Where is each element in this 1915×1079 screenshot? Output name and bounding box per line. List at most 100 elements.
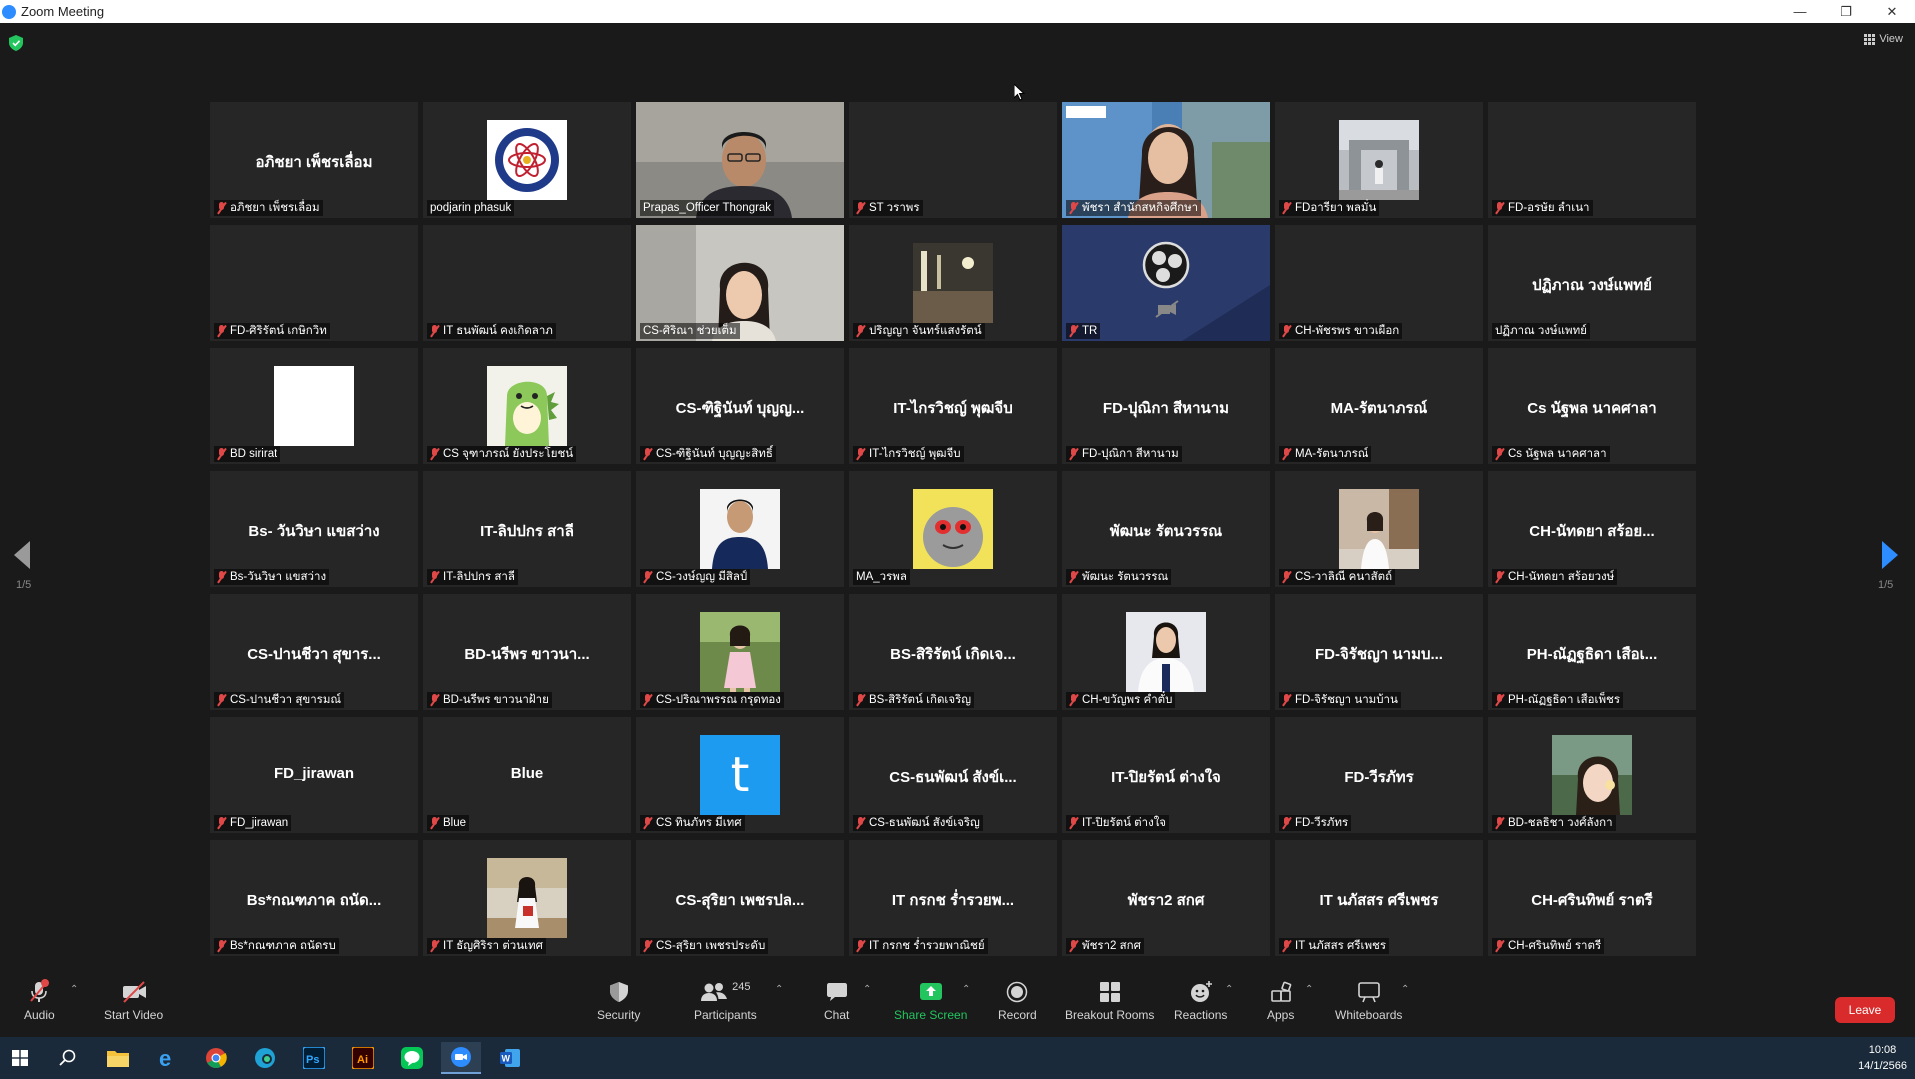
- participant-tile[interactable]: IT นภัสสร ศรีเพชร IT นภัสสร ศรีเพชร: [1275, 840, 1483, 956]
- internet-explorer-taskbar-button[interactable]: e: [147, 1042, 187, 1074]
- view-button[interactable]: View: [1864, 33, 1903, 45]
- leave-button[interactable]: Leave: [1835, 997, 1895, 1023]
- participant-tile[interactable]: ST วราพร: [849, 102, 1057, 218]
- participant-tile[interactable]: FD-อรษัย ลำเนา: [1488, 102, 1696, 218]
- participant-tile[interactable]: Cs นัฐพล นาคศาลา Cs นัฐพล นาคศาลา: [1488, 348, 1696, 464]
- participant-name: Bs*กณฑภาค ถนัดรบ: [230, 940, 336, 952]
- search-taskbar-button[interactable]: [48, 1042, 88, 1074]
- participant-name: FD-อรษัย ลำเนา: [1508, 202, 1590, 214]
- participant-tile[interactable]: CS-ศิริณา ช่วยเต็ม: [636, 225, 844, 341]
- participant-tile[interactable]: CH-ขวัญพร คำตั๋บ: [1062, 594, 1270, 710]
- participant-tile[interactable]: CS-วาลิณี คนาสัตถ์: [1275, 471, 1483, 587]
- participant-tile[interactable]: Blue Blue: [423, 717, 631, 833]
- participant-tile[interactable]: ปฏิภาณ วงษ์แพทย์ ปฏิภาณ วงษ์แพทย์: [1488, 225, 1696, 341]
- participant-tile[interactable]: Bs- วันวิษา แขสว่าง Bs-วันวิษา แขสว่าง: [210, 471, 418, 587]
- participant-tile[interactable]: IT-ลิปปกร สาลี IT-ลิปปกร สาลี: [423, 471, 631, 587]
- participant-tile[interactable]: อภิชยา เพ็ชรเลื่อม อภิชยา เพ็ชรเลื่อม: [210, 102, 418, 218]
- chat-button[interactable]: Chat: [824, 978, 849, 1022]
- reactions-button[interactable]: Reactions: [1174, 978, 1227, 1022]
- apps-button[interactable]: Apps: [1267, 978, 1294, 1022]
- participant-tile[interactable]: CH-นัทดยา สร้อย... CH-นัทดยา สร้อยวงษ์: [1488, 471, 1696, 587]
- participant-tile[interactable]: BS-สิริรัตน์ เกิดเจ... BS-สิริรัตน์ เกิดเ…: [849, 594, 1057, 710]
- participant-tile[interactable]: CS-วงษ์ญญ มีสิลป์: [636, 471, 844, 587]
- participant-name: CS-ฑิฐินันท์ บุญญะสิทธิ์: [656, 448, 773, 460]
- participant-tile[interactable]: CH-พัชรพร ขาวเผือก: [1275, 225, 1483, 341]
- participant-tile[interactable]: BD sirirat: [210, 348, 418, 464]
- participant-tile[interactable]: IT-ปิยรัตน์ ต่างใจ IT-ปิยรัตน์ ต่างใจ: [1062, 717, 1270, 833]
- system-clock[interactable]: 10:08 14/1/2566: [1858, 1042, 1907, 1074]
- participant-tile[interactable]: FD-วีรภัทร FD-วีรภัทร: [1275, 717, 1483, 833]
- participant-tile[interactable]: IT ธัญศิริรา ต่วนเทศ: [423, 840, 631, 956]
- file-explorer-taskbar-button[interactable]: [98, 1042, 138, 1074]
- participant-display-name: IT กรกช ร่ำรวยพ...: [891, 892, 1015, 909]
- whiteboards-options-caret-icon[interactable]: ⌃: [1401, 984, 1409, 995]
- participant-tile[interactable]: TR: [1062, 225, 1270, 341]
- reactions-options-caret-icon[interactable]: ⌃: [1225, 984, 1233, 995]
- participant-tile[interactable]: FD-จิรัชญา นามบ... FD-จิรัชญา นามบ้าน: [1275, 594, 1483, 710]
- breakout-rooms-button[interactable]: Breakout Rooms: [1065, 978, 1154, 1022]
- line-taskbar-button[interactable]: [392, 1042, 432, 1074]
- participants-button[interactable]: 245 Participants: [694, 978, 757, 1022]
- breakout-rooms-label: Breakout Rooms: [1065, 1008, 1155, 1022]
- participant-tile[interactable]: CS-ฑิฐินันท์ บุญญ... CS-ฑิฐินันท์ บุญญะสิ…: [636, 348, 844, 464]
- participant-tile[interactable]: BD-นรีพร ขาวนา... BD-นรีพร ขาวนาฝ้าย: [423, 594, 631, 710]
- participant-tile[interactable]: FD-ศิริรัตน์ เกษิกวิท: [210, 225, 418, 341]
- participant-tile[interactable]: CS จุฑาภรณ์ ยังประโยชน์: [423, 348, 631, 464]
- illustrator-taskbar-button[interactable]: Ai: [343, 1042, 383, 1074]
- start-video-button[interactable]: Start Video: [104, 978, 163, 1022]
- participant-tile[interactable]: FDอารียา พลมั่น: [1275, 102, 1483, 218]
- participant-tile[interactable]: IT-ไกรวิชญ์ พุฒจีบ IT-ไกรวิชญ์ พุฒจีบ: [849, 348, 1057, 464]
- word-taskbar-button[interactable]: W: [490, 1042, 530, 1074]
- participant-tile[interactable]: CS-ปริณาพรรณ กรุดทอง: [636, 594, 844, 710]
- encryption-shield-icon[interactable]: [9, 35, 23, 51]
- participant-tile[interactable]: t CS ทินภัทร มีเทศ: [636, 717, 844, 833]
- participant-tile[interactable]: CH-ศรินทิพย์ ราตรี CH-ศรินทิพย์ ราตรี: [1488, 840, 1696, 956]
- zoom-taskbar-button[interactable]: [441, 1042, 481, 1074]
- muted-microphone-icon: [643, 571, 652, 583]
- participant-display-name: อภิชยา เพ็ชรเลื่อม: [255, 154, 373, 171]
- participant-tile[interactable]: Prapas_Officer Thongrak: [636, 102, 844, 218]
- previous-page-arrow-icon[interactable]: [14, 541, 30, 569]
- participant-tile[interactable]: Bs*กณฑภาค ถนัด... Bs*กณฑภาค ถนัดรบ: [210, 840, 418, 956]
- participant-tile[interactable]: CS-สุริยา เพชรปล... CS-สุริยา เพชรประดับ: [636, 840, 844, 956]
- participant-tile[interactable]: podjarin phasuk: [423, 102, 631, 218]
- start-button[interactable]: [0, 1042, 40, 1074]
- edge-taskbar-button[interactable]: [245, 1042, 285, 1074]
- video-off-icon: [122, 981, 146, 1003]
- participant-tile[interactable]: MA-รัตนาภรณ์ MA-รัตนาภรณ์: [1275, 348, 1483, 464]
- participant-tile[interactable]: พัชรา สำนักสหกิจศึกษา: [1062, 102, 1270, 218]
- audio-button[interactable]: Audio: [24, 978, 55, 1022]
- participant-tile[interactable]: CS-ธนพัฒน์ สังข์เ... CS-ธนพัฒน์ สังข์เจริ…: [849, 717, 1057, 833]
- participant-tile[interactable]: MA_วรพล: [849, 471, 1057, 587]
- participant-name: FD-วีรภัทร: [1295, 817, 1349, 829]
- apps-options-caret-icon[interactable]: ⌃: [1305, 984, 1313, 995]
- participant-tile[interactable]: IT กรกช ร่ำรวยพ... IT กรกช ร่ำรวยพาณิชย์: [849, 840, 1057, 956]
- participant-name: ปริญญา จันทร์แสงรัตน์: [869, 325, 982, 337]
- photoshop-taskbar-button[interactable]: Ps: [294, 1042, 334, 1074]
- next-page-arrow-icon[interactable]: [1882, 541, 1898, 569]
- participant-tile[interactable]: FD-ปุณิกา สีหานาม FD-ปุณิกา สีหานาม: [1062, 348, 1270, 464]
- share-screen-icon: [919, 983, 942, 1000]
- audio-options-caret-icon[interactable]: ⌃: [70, 984, 78, 995]
- restore-button[interactable]: ❐: [1823, 0, 1869, 23]
- participant-tile[interactable]: พัชรา2 สกศ พัชรา2 สกศ: [1062, 840, 1270, 956]
- close-button[interactable]: ✕: [1869, 0, 1915, 23]
- security-button[interactable]: Security: [597, 978, 640, 1022]
- participant-tile[interactable]: IT ธนพัฒน์ คงเกิดลาภ: [423, 225, 631, 341]
- gallery-grid: อภิชยา เพ็ชรเลื่อม อภิชยา เพ็ชรเลื่อม podj…: [210, 102, 1705, 964]
- participant-tile[interactable]: BD-ชลธิชา วงศ์ลังกา: [1488, 717, 1696, 833]
- participant-tile[interactable]: CS-ปานชีวา สุขาร... CS-ปานชีวา สุขารมณ์: [210, 594, 418, 710]
- minimize-button[interactable]: —: [1777, 0, 1823, 23]
- participant-tile[interactable]: พัฒนะ รัตนวรรณ พัฒนะ รัตนวรรณ: [1062, 471, 1270, 587]
- participant-tile[interactable]: ปริญญา จันทร์แสงรัตน์: [849, 225, 1057, 341]
- record-button[interactable]: Record: [998, 978, 1037, 1022]
- participant-tile[interactable]: FD_jirawan FD_jirawan: [210, 717, 418, 833]
- participants-options-caret-icon[interactable]: ⌃: [775, 984, 783, 995]
- chrome-taskbar-button[interactable]: [196, 1042, 236, 1074]
- participant-name-label: พัฒนะ รัตนวรรณ: [1066, 569, 1172, 585]
- share-screen-button[interactable]: Share Screen: [894, 978, 967, 1022]
- chat-options-caret-icon[interactable]: ⌃: [863, 984, 871, 995]
- participant-tile[interactable]: PH-ณัฏฐธิดา เสือเ... PH-ณัฏฐธิดา เสือเพ็ช…: [1488, 594, 1696, 710]
- share-options-caret-icon[interactable]: ⌃: [962, 984, 970, 995]
- whiteboards-button[interactable]: Whiteboards: [1335, 978, 1402, 1022]
